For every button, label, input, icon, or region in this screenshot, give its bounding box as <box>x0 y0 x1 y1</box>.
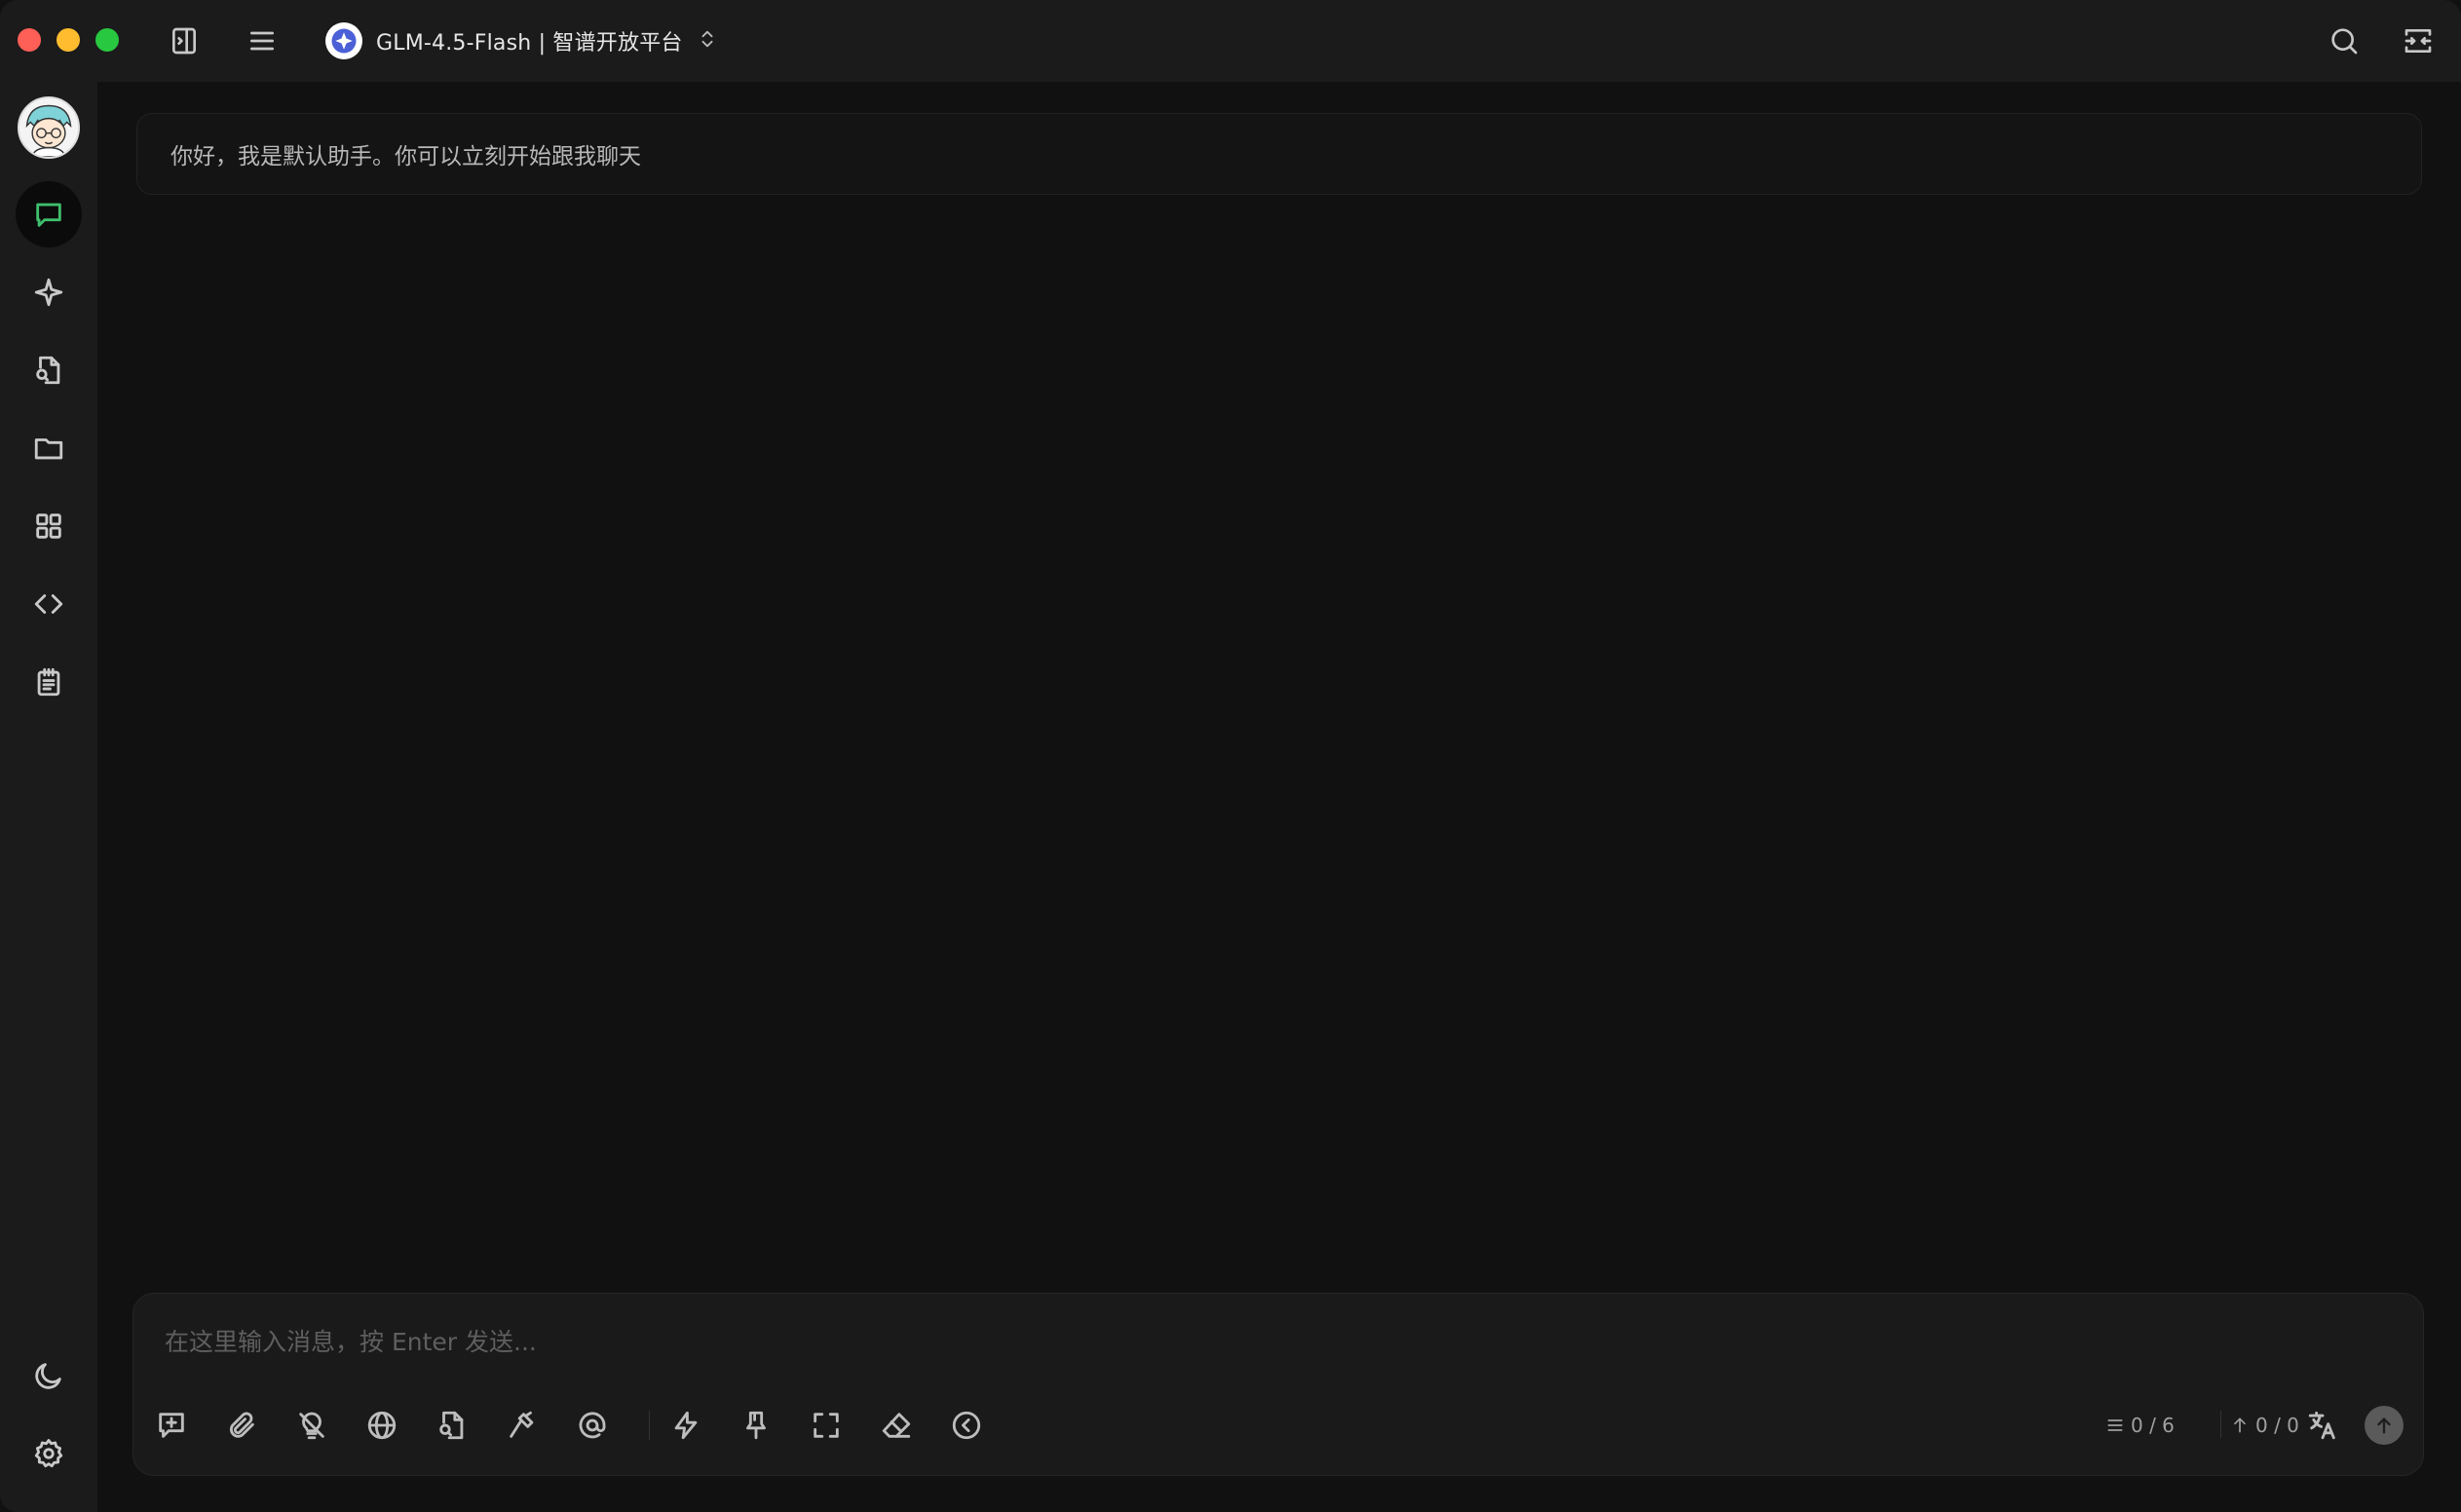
message-composer: 0 / 6 0 / 0 <box>133 1293 2424 1476</box>
attachment-icon <box>229 1412 254 1438</box>
toolbar-divider <box>649 1411 650 1440</box>
sidebar <box>0 82 97 1512</box>
menu-icon <box>250 31 274 51</box>
sidebar-toggle-icon <box>172 27 196 55</box>
grid-icon <box>36 513 61 539</box>
knowledge-base-icon <box>439 1411 464 1440</box>
arrow-up-icon <box>2234 1418 2246 1433</box>
sidebar-item-apps[interactable] <box>16 493 82 559</box>
mention-button[interactable] <box>570 1403 615 1448</box>
sidebar-toggle-button[interactable] <box>165 21 204 60</box>
hammer-icon <box>510 1411 534 1438</box>
expand-icon <box>2404 29 2432 53</box>
search-button[interactable] <box>2325 21 2364 60</box>
quick-phrase-button[interactable] <box>663 1403 708 1448</box>
web-search-icon <box>367 1411 397 1440</box>
sidebar-item-doc-search[interactable] <box>16 337 82 403</box>
thinking-toggle-button[interactable] <box>289 1403 334 1448</box>
stats-divider <box>2220 1411 2221 1438</box>
token-count-value: 0 / 0 <box>2255 1414 2299 1437</box>
sidebar-item-notes[interactable] <box>16 649 82 715</box>
search-icon <box>2331 28 2358 55</box>
close-window-button[interactable] <box>18 28 41 52</box>
mention-icon <box>579 1412 606 1439</box>
folder-icon <box>34 438 63 460</box>
fullscreen-button[interactable] <box>804 1403 849 1448</box>
clear-button[interactable] <box>874 1403 919 1448</box>
token-count: 0 / 0 <box>2230 1409 2299 1442</box>
pin-button[interactable] <box>734 1403 778 1448</box>
moon-icon <box>35 1363 61 1389</box>
app-window: GLM-4.5-Flash | 智谱开放平台 你好，我是默认助手。你可以立刻开始… <box>0 0 2461 1512</box>
tools-button[interactable] <box>500 1403 545 1448</box>
notepad-icon <box>37 667 60 697</box>
model-name: GLM-4.5-Flash | 智谱开放平台 <box>376 31 683 56</box>
translate-icon <box>2308 1411 2335 1440</box>
thinking-off-icon <box>299 1412 324 1440</box>
attachment-button[interactable] <box>219 1403 264 1448</box>
send-icon <box>2377 1418 2391 1434</box>
menu-button[interactable] <box>243 21 282 60</box>
gear-icon <box>34 1439 63 1468</box>
fullscreen-icon <box>814 1413 839 1438</box>
new-topic-icon <box>159 1413 184 1438</box>
context-count-value: 0 / 6 <box>2131 1414 2175 1437</box>
lightning-icon <box>674 1411 698 1440</box>
maximize-window-button[interactable] <box>95 28 119 52</box>
web-search-button[interactable] <box>360 1403 404 1448</box>
minimize-window-button[interactable] <box>57 28 80 52</box>
user-avatar[interactable] <box>18 96 80 159</box>
expand-button[interactable] <box>2399 21 2438 60</box>
sidebar-item-files[interactable] <box>16 415 82 481</box>
send-button[interactable] <box>2365 1406 2404 1445</box>
code-icon <box>34 594 63 614</box>
sidebar-item-chat[interactable] <box>16 181 82 247</box>
sidebar-item-agents[interactable] <box>16 259 82 325</box>
sidebar-item-code[interactable] <box>16 571 82 637</box>
avatar-icon <box>19 98 78 157</box>
file-search-icon <box>36 356 60 385</box>
new-topic-button[interactable] <box>149 1403 194 1448</box>
title-bar: GLM-4.5-Flash | 智谱开放平台 <box>0 0 2461 82</box>
model-logo-icon <box>325 22 362 59</box>
chevron-left-circle-icon <box>952 1411 981 1440</box>
message-input[interactable] <box>165 1317 2386 1366</box>
translate-button[interactable] <box>2300 1403 2345 1448</box>
chat-bubble-icon <box>36 203 61 227</box>
welcome-text: 你好，我是默认助手。你可以立刻开始跟我聊天 <box>170 144 641 170</box>
collapse-button[interactable] <box>944 1403 989 1448</box>
pin-icon <box>746 1411 766 1440</box>
sparkle-icon <box>34 278 63 307</box>
model-selector[interactable]: GLM-4.5-Flash | 智谱开放平台 <box>325 21 718 60</box>
chevron-updown-icon <box>697 28 718 54</box>
list-icon <box>2107 1419 2123 1431</box>
eraser-icon <box>882 1413 911 1438</box>
knowledge-base-button[interactable] <box>430 1403 474 1448</box>
settings-button[interactable] <box>16 1420 82 1487</box>
chat-area: 你好，我是默认助手。你可以立刻开始跟我聊天 在这里输入消息，按 Enter 发送… <box>97 82 2461 1512</box>
assistant-welcome-message: 你好，我是默认助手。你可以立刻开始跟我聊天 <box>136 113 2422 195</box>
context-count: 0 / 6 <box>2105 1409 2175 1442</box>
theme-toggle-button[interactable] <box>16 1342 82 1409</box>
